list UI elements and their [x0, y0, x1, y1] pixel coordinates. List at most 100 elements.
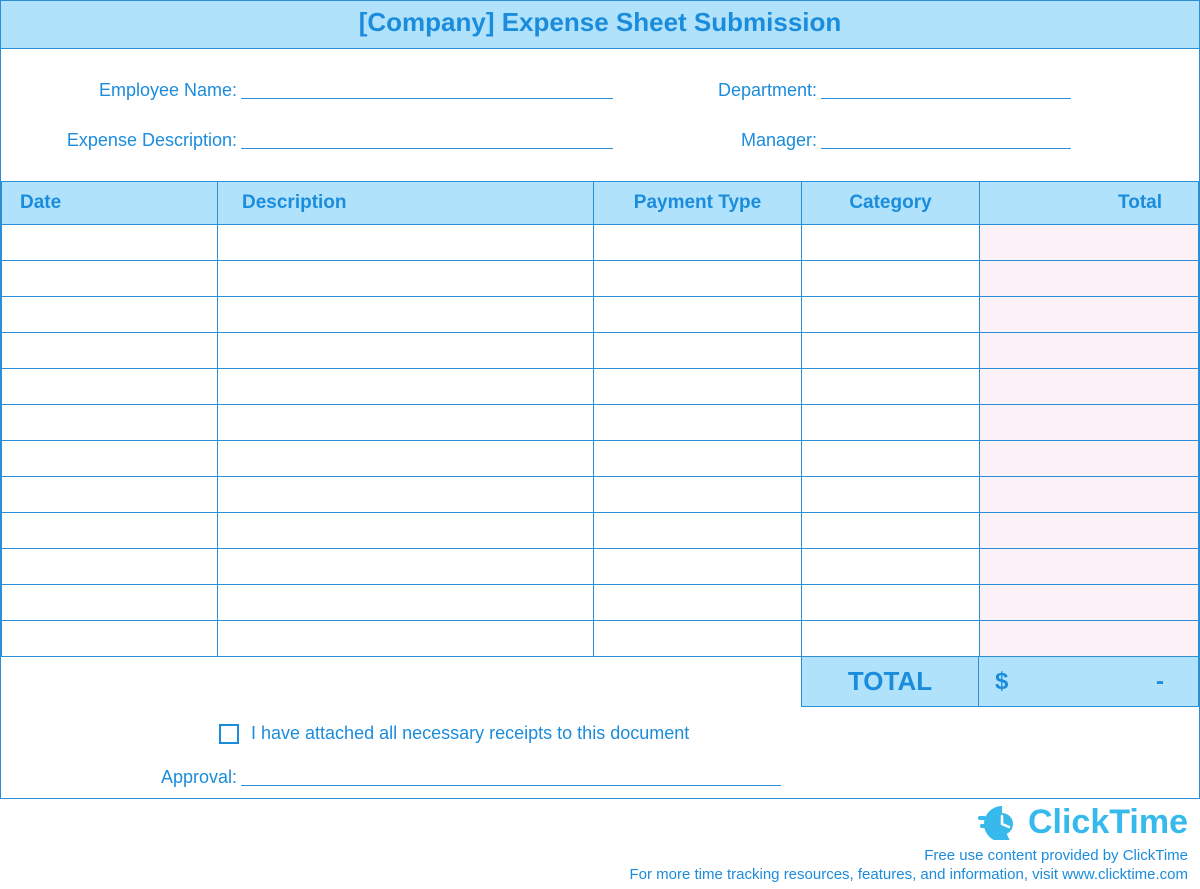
- manager-input[interactable]: [821, 127, 1071, 151]
- table-cell[interactable]: [218, 405, 594, 441]
- table-cell[interactable]: [594, 477, 802, 513]
- table-cell[interactable]: [802, 261, 980, 297]
- table-cell[interactable]: [980, 225, 1199, 261]
- table-cell[interactable]: [594, 333, 802, 369]
- table-row: [2, 621, 1199, 657]
- manager-label: Manager:: [613, 130, 821, 151]
- table-cell[interactable]: [594, 441, 802, 477]
- table-cell[interactable]: [2, 513, 218, 549]
- clock-icon: [978, 806, 1022, 840]
- table-cell[interactable]: [218, 369, 594, 405]
- approval-input[interactable]: [241, 764, 781, 788]
- col-date: Date: [2, 182, 218, 225]
- receipts-checkbox-label: I have attached all necessary receipts t…: [251, 723, 689, 744]
- table-cell[interactable]: [2, 441, 218, 477]
- footer-line-2: For more time tracking resources, featur…: [0, 866, 1188, 883]
- department-input[interactable]: [821, 77, 1071, 101]
- table-row: [2, 333, 1199, 369]
- brand-name: ClickTime: [1028, 803, 1188, 842]
- table-cell[interactable]: [594, 225, 802, 261]
- table-cell[interactable]: [594, 585, 802, 621]
- table-cell[interactable]: [980, 549, 1199, 585]
- table-row: [2, 225, 1199, 261]
- table-cell[interactable]: [218, 621, 594, 657]
- col-total: Total: [980, 182, 1199, 225]
- table-cell[interactable]: [980, 477, 1199, 513]
- table-cell[interactable]: [980, 585, 1199, 621]
- table-cell[interactable]: [980, 513, 1199, 549]
- table-cell[interactable]: [2, 333, 218, 369]
- table-cell[interactable]: [980, 333, 1199, 369]
- table-cell[interactable]: [980, 621, 1199, 657]
- col-category: Category: [802, 182, 980, 225]
- footer-line-1: Free use content provided by ClickTime: [0, 847, 1188, 864]
- table-cell[interactable]: [218, 225, 594, 261]
- footer: ClickTime Free use content provided by C…: [0, 799, 1200, 889]
- expense-table: Date Description Payment Type Category T…: [1, 181, 1199, 657]
- table-cell[interactable]: [980, 405, 1199, 441]
- table-cell[interactable]: [2, 405, 218, 441]
- table-row: [2, 585, 1199, 621]
- table-cell[interactable]: [218, 513, 594, 549]
- table-cell[interactable]: [594, 405, 802, 441]
- table-cell[interactable]: [218, 261, 594, 297]
- grand-total-value: $ -: [979, 657, 1199, 707]
- table-cell[interactable]: [2, 477, 218, 513]
- table-cell[interactable]: [802, 585, 980, 621]
- table-cell[interactable]: [802, 441, 980, 477]
- currency-symbol: $: [995, 668, 1008, 696]
- expense-description-label: Expense Description:: [21, 130, 241, 151]
- table-cell[interactable]: [218, 477, 594, 513]
- table-cell[interactable]: [802, 225, 980, 261]
- grand-total-amount: -: [1156, 668, 1164, 696]
- table-cell[interactable]: [2, 369, 218, 405]
- approval-label: Approval:: [21, 767, 241, 788]
- col-payment-type: Payment Type: [594, 182, 802, 225]
- table-cell[interactable]: [980, 297, 1199, 333]
- employee-name-label: Employee Name:: [21, 80, 241, 101]
- table-cell[interactable]: [2, 297, 218, 333]
- table-row: [2, 513, 1199, 549]
- table-cell[interactable]: [218, 297, 594, 333]
- table-row: [2, 261, 1199, 297]
- table-cell[interactable]: [218, 585, 594, 621]
- table-cell[interactable]: [594, 369, 802, 405]
- expense-description-input[interactable]: [241, 127, 613, 151]
- table-row: [2, 297, 1199, 333]
- table-cell[interactable]: [594, 297, 802, 333]
- table-cell[interactable]: [802, 621, 980, 657]
- table-cell[interactable]: [802, 405, 980, 441]
- table-cell[interactable]: [594, 621, 802, 657]
- table-cell[interactable]: [980, 261, 1199, 297]
- table-cell[interactable]: [802, 369, 980, 405]
- table-cell[interactable]: [594, 261, 802, 297]
- table-cell[interactable]: [2, 261, 218, 297]
- table-cell[interactable]: [980, 369, 1199, 405]
- table-cell[interactable]: [802, 333, 980, 369]
- table-cell[interactable]: [802, 513, 980, 549]
- table-cell[interactable]: [594, 549, 802, 585]
- receipts-checkbox[interactable]: [219, 724, 239, 744]
- expense-sheet: [Company] Expense Sheet Submission Emplo…: [0, 0, 1200, 799]
- table-row: [2, 441, 1199, 477]
- table-cell[interactable]: [218, 549, 594, 585]
- table-cell[interactable]: [980, 441, 1199, 477]
- table-cell[interactable]: [594, 513, 802, 549]
- table-cell[interactable]: [802, 549, 980, 585]
- employee-name-input[interactable]: [241, 77, 613, 101]
- table-cell[interactable]: [218, 441, 594, 477]
- table-cell[interactable]: [218, 333, 594, 369]
- department-label: Department:: [613, 80, 821, 101]
- grand-total-row: TOTAL $ -: [1, 657, 1199, 707]
- info-block: Employee Name: Department: Expense Descr…: [1, 49, 1199, 181]
- table-header-row: Date Description Payment Type Category T…: [2, 182, 1199, 225]
- table-cell[interactable]: [802, 297, 980, 333]
- table-cell[interactable]: [2, 549, 218, 585]
- table-cell[interactable]: [802, 477, 980, 513]
- clicktime-logo: ClickTime: [978, 803, 1188, 842]
- table-cell[interactable]: [2, 621, 218, 657]
- page-title: [Company] Expense Sheet Submission: [1, 1, 1199, 49]
- table-cell[interactable]: [2, 225, 218, 261]
- table-row: [2, 477, 1199, 513]
- table-cell[interactable]: [2, 585, 218, 621]
